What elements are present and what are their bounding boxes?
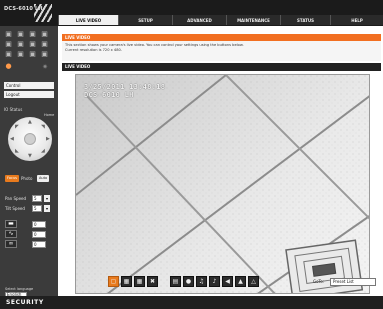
camera-icon[interactable]: ▣ xyxy=(40,40,49,48)
logout-button[interactable]: Logout xyxy=(4,91,54,98)
camera-icon[interactable]: ▣ xyxy=(4,30,13,38)
preset-list-select[interactable]: Preset List xyxy=(330,278,376,286)
home-position-button[interactable] xyxy=(24,133,36,145)
speaker-icon[interactable]: ◀ xyxy=(222,276,233,287)
light-icon[interactable]: ✷ xyxy=(38,63,52,71)
pan-up-left-icon[interactable]: ◤ xyxy=(15,124,19,130)
footer-bar: SECURITY xyxy=(0,296,383,309)
tab-setup[interactable]: SETUP xyxy=(118,15,172,25)
ceiling-tiles-image xyxy=(76,75,369,293)
home-label[interactable]: Home xyxy=(44,113,54,117)
focus-button[interactable]: Focus xyxy=(5,175,19,182)
info-line: Current resolution is 720 x 480. xyxy=(65,48,122,52)
osd-camera-name: DCS-6010 LH xyxy=(84,91,134,99)
close-icon[interactable]: ✖ xyxy=(147,276,158,287)
goto-label: GoTo: xyxy=(313,279,325,284)
photo-label: Photo xyxy=(21,176,33,181)
tilt-speed-select[interactable]: 5 xyxy=(32,205,42,212)
control-button[interactable]: Control xyxy=(4,82,54,89)
live-video-header: LIVE VIDEO xyxy=(62,63,381,71)
audio-out-icon[interactable]: ♪ xyxy=(209,276,220,287)
record-icon[interactable]: ● xyxy=(4,62,13,70)
camera-icon[interactable]: ▣ xyxy=(16,50,25,58)
snapshot-icon[interactable]: ▤ xyxy=(170,276,181,287)
auto-button[interactable]: Auto xyxy=(37,175,50,182)
camera-icon[interactable]: ▣ xyxy=(28,30,37,38)
camera-icon[interactable]: ▣ xyxy=(28,50,37,58)
camera-icon[interactable]: ▣ xyxy=(4,50,13,58)
pan-speed-label: Pan Speed xyxy=(5,196,27,201)
pan-down-left-icon[interactable]: ◣ xyxy=(15,148,19,154)
pan-right-icon[interactable]: ▶ xyxy=(46,136,50,142)
camera-icon[interactable]: ▣ xyxy=(4,40,13,48)
audio-in-icon[interactable]: ♫ xyxy=(196,276,207,287)
chevron-down-icon[interactable]: ▾ xyxy=(44,195,50,202)
contrast-icon: ∿ xyxy=(5,230,17,238)
tab-maintenance[interactable]: MAINTENANCE xyxy=(226,15,280,25)
control-sidebar: ▣ ▣ ▣ ▣ ▣ ▣ ▣ ▣ ▣ ▣ ▣ ▣ ● ✷ Control Logo… xyxy=(0,26,58,298)
camera-icon[interactable]: ▣ xyxy=(16,30,25,38)
main-content: LIVE VIDEO This section shows your camer… xyxy=(60,26,383,296)
hue-icon: ∞ xyxy=(5,240,17,248)
info-panel-title: LIVE VIDEO xyxy=(62,34,381,41)
hue-select[interactable]: 0 xyxy=(32,241,46,248)
pan-up-icon[interactable]: ▲ xyxy=(28,119,32,125)
language-label: Select language xyxy=(5,287,34,291)
osd-timestamp: 3/25/2011 13:48:18 xyxy=(84,83,166,91)
brightness-icon: ▬ xyxy=(5,220,17,228)
camera-icon[interactable]: ▣ xyxy=(40,30,49,38)
pan-down-icon[interactable]: ▼ xyxy=(28,153,32,159)
camera-icon[interactable]: ▣ xyxy=(40,50,49,58)
ptz-control-pad[interactable]: ▲ ▼ ◀ ▶ ◤ ◥ ◣ ◢ xyxy=(8,117,52,161)
focus-controls: Focus Photo Auto xyxy=(5,175,55,185)
brand-stripes-logo xyxy=(34,4,52,22)
tab-status[interactable]: STATUS xyxy=(280,15,330,25)
io-status-label: IO Status xyxy=(4,107,23,112)
tilt-speed-label: Tilt Speed xyxy=(5,206,25,211)
tab-live-video[interactable]: LIVE VIDEO xyxy=(58,15,118,25)
security-label: SECURITY xyxy=(6,299,44,306)
tab-advanced[interactable]: ADVANCED xyxy=(172,15,226,25)
camera-icon[interactable]: ▣ xyxy=(16,40,25,48)
pan-speed-select[interactable]: 5 xyxy=(32,195,42,202)
info-panel-body: This section shows your camera's live vi… xyxy=(62,41,381,61)
top-navigation-bar: DCS-6010 LH LIVE VIDEO SETUP ADVANCED MA… xyxy=(0,0,383,26)
zoom-in-icon[interactable]: ▦ xyxy=(121,276,132,287)
chevron-down-icon[interactable]: ▾ xyxy=(44,205,50,212)
pan-left-icon[interactable]: ◀ xyxy=(10,136,14,142)
contrast-select[interactable]: 0 xyxy=(32,231,46,238)
record-icon[interactable]: ● xyxy=(183,276,194,287)
zoom-out-icon[interactable]: ▦ xyxy=(134,276,145,287)
alarm-icon[interactable]: △ xyxy=(248,276,259,287)
fullscreen-icon[interactable]: ▢ xyxy=(108,276,119,287)
live-video-feed[interactable]: 3/25/2011 13:48:18 DCS-6010 LH xyxy=(75,74,370,294)
speaker-off-icon[interactable]: ▲ xyxy=(235,276,246,287)
tab-help[interactable]: HELP xyxy=(330,15,383,25)
pan-up-right-icon[interactable]: ◥ xyxy=(41,124,45,130)
brightness-select[interactable]: 0 xyxy=(32,221,46,228)
camera-icon[interactable]: ▣ xyxy=(28,40,37,48)
video-toolbar: ▢ ▦ ▦ ✖ ▤ ● ♫ ♪ ◀ ▲ △ GoTo: Preset List xyxy=(108,276,383,290)
pan-down-right-icon[interactable]: ◢ xyxy=(41,148,45,154)
camera-web-ui: DCS-6010 LH LIVE VIDEO SETUP ADVANCED MA… xyxy=(0,0,383,309)
